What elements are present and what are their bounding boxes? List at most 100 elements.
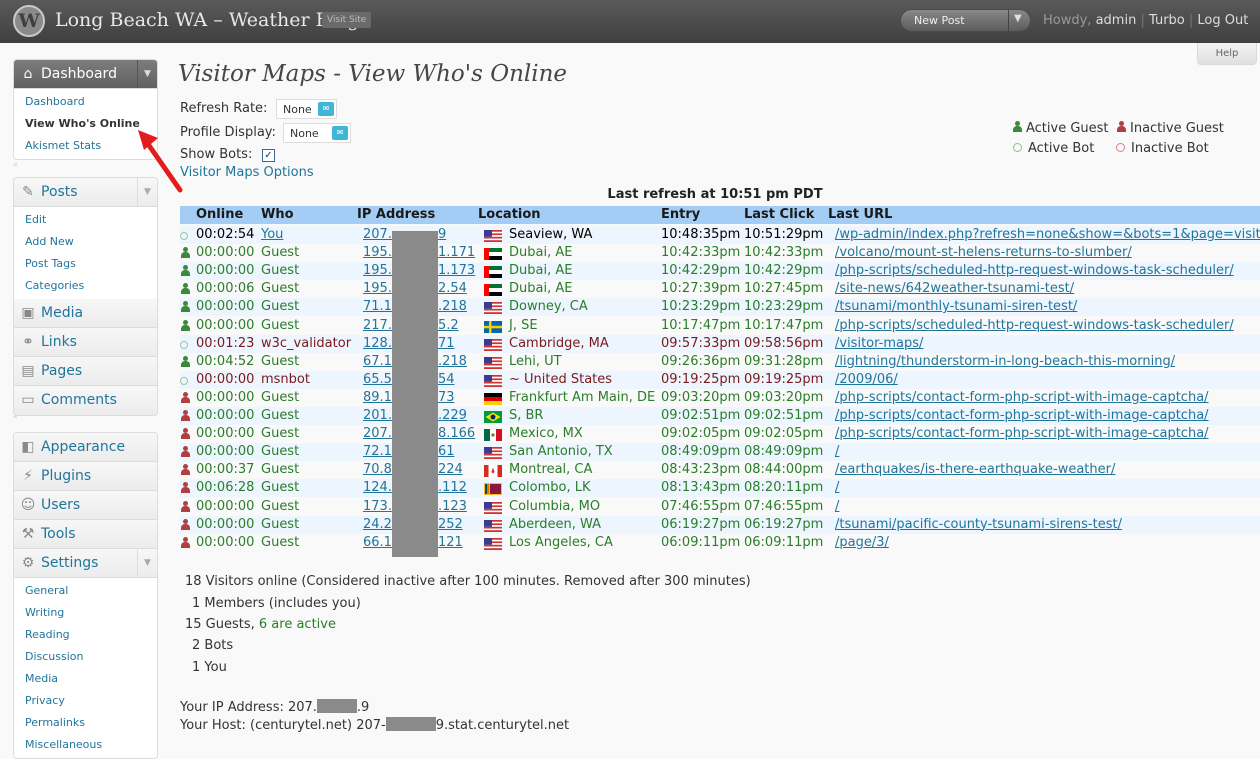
chevron-down-icon[interactable]: ▼ (137, 60, 157, 88)
location-cell: Downey, CA (509, 299, 588, 315)
last-click-time: 10:42:29pm (744, 263, 824, 279)
status-icon-cell (180, 536, 190, 553)
sidebar-item-comments[interactable]: ▭ Comments (14, 386, 157, 415)
settings-icon: ⚙ (21, 555, 35, 571)
wordpress-logo-icon[interactable]: W (13, 5, 45, 37)
last-click-time: 10:51:29pm (744, 227, 824, 242)
sidebar-item-tools[interactable]: ⚒ Tools (14, 520, 157, 549)
profile-display-select[interactable]: None ✉ (283, 123, 351, 143)
chevron-down-icon[interactable]: ▼ (1014, 13, 1022, 24)
online-time: 00:00:00 (196, 299, 255, 315)
last-url-link[interactable]: /volcano/mount-st-helens-returns-to-slum… (835, 245, 1132, 260)
location-cell: Frankfurt Am Main, DE (509, 389, 656, 405)
sidebar-item-plugins[interactable]: ⚡ Plugins (14, 462, 157, 491)
last-url-link[interactable]: /tsunami/pacific-county-tsunami-sirens-t… (835, 517, 1122, 532)
submenu-reading[interactable]: Reading (14, 624, 157, 646)
who-cell: Guest (261, 353, 300, 369)
dropdown-arrow-icon[interactable]: ✉ (332, 126, 348, 140)
location-cell: San Antonio, TX (509, 444, 613, 460)
help-button[interactable]: Help (1197, 43, 1257, 65)
ip-redaction-bar (316, 699, 357, 713)
table-row: 00:00:00 Guest 72.1 61 San Antonio, TX 08:49:… (180, 443, 1260, 462)
submenu-general[interactable]: General (14, 580, 157, 602)
chevron-down-icon[interactable]: ▼ (137, 549, 157, 577)
visit-site-button[interactable]: Visit Site (322, 12, 372, 28)
who-cell: Guest (261, 389, 300, 405)
status-icon-cell (180, 410, 190, 426)
last-url-link[interactable]: /php-scripts/scheduled-http-request-wind… (835, 318, 1234, 333)
sidebar-item-label: Appearance (41, 439, 126, 455)
dropdown-arrow-icon[interactable]: ✉ (318, 102, 334, 116)
last-url-link[interactable]: /visitor-maps/ (835, 336, 923, 351)
new-post-label[interactable]: New Post (914, 14, 965, 27)
user-name-link[interactable]: admin (1096, 13, 1137, 28)
submenu-miscellaneous[interactable]: Miscellaneous (14, 734, 157, 756)
status-icon-cell (180, 464, 190, 480)
table-row: 00:00:00 Guest 195. 1.173 Dubai, AE 10:42:29p… (180, 262, 1260, 281)
inactive-guest-icon (180, 500, 190, 513)
sidebar-item-label: Dashboard (41, 66, 117, 82)
last-url-link[interactable]: /2009/06/ (835, 372, 898, 387)
sidebar-item-links[interactable]: ⚭ Links (14, 328, 157, 357)
online-time: 00:00:00 (196, 408, 255, 423)
legend-label: Inactive Guest (1130, 121, 1224, 136)
location-cell: Los Angeles, CA (509, 534, 613, 550)
last-url-link[interactable]: /page/3/ (835, 535, 889, 550)
submenu-dashboard[interactable]: Dashboard (14, 91, 157, 113)
plugin-icon: ⚡ (23, 468, 33, 484)
sidebar-item-media[interactable]: ▣ Media (14, 299, 157, 328)
logout-link[interactable]: Log Out (1197, 13, 1248, 28)
sidebar-item-users[interactable]: ☺ Users (14, 491, 157, 520)
ae-flag-icon (484, 266, 502, 279)
site-title[interactable]: Long Beach WA – Weather Blog (55, 9, 359, 31)
submenu-edit[interactable]: Edit (14, 209, 157, 231)
sidebar-item-settings[interactable]: ⚙ Settings ▼ (14, 549, 157, 578)
submenu-post-tags[interactable]: Post Tags (14, 253, 157, 275)
location-cell: Cambridge, MA (509, 335, 609, 351)
last-url-link[interactable]: /php-scripts/contact-form-php-script-wit… (835, 408, 1209, 423)
online-time: 00:06:28 (196, 480, 255, 496)
lk-flag-icon (484, 483, 502, 496)
last-url-link[interactable]: /lightning/thunderstorm-in-long-beach-th… (835, 354, 1175, 369)
last-url-link[interactable]: /earthquakes/is-there-earthquake-weather… (835, 462, 1115, 477)
ip-label: Your IP Address: 207. (180, 700, 317, 715)
last-url-link[interactable]: / (835, 480, 839, 495)
submenu-privacy[interactable]: Privacy (14, 690, 157, 712)
last-url-link[interactable]: / (835, 444, 839, 459)
online-time: 00:00:00 (196, 317, 255, 333)
submenu-categories[interactable]: Categories (14, 275, 157, 297)
last-url-link[interactable]: / (835, 499, 839, 514)
guests-count: 15 Guests, 6 are active (185, 617, 336, 632)
online-time: 00:00:06 (196, 281, 255, 297)
submenu-permalinks[interactable]: Permalinks (14, 712, 157, 734)
last-url-link[interactable]: /tsunami/monthly-tsunami-siren-test/ (835, 299, 1077, 314)
sidebar-item-dashboard[interactable]: ⌂ Dashboard ▼ (14, 60, 157, 89)
last-url-link[interactable]: /php-scripts/contact-form-php-script-wit… (835, 390, 1209, 405)
sidebar-item-pages[interactable]: ▤ Pages (14, 357, 157, 386)
posts-submenu: Edit Add New Post Tags Categories (14, 207, 157, 299)
last-url-link[interactable]: /site-news/642weather-tsunami-test/ (835, 281, 1074, 296)
last-url-link[interactable]: /php-scripts/contact-form-php-script-wit… (835, 426, 1209, 441)
inactive-bot-icon (1116, 143, 1125, 152)
turbo-link[interactable]: Turbo (1149, 13, 1185, 28)
submenu-add-new[interactable]: Add New (14, 231, 157, 253)
settings-submenu: General Writing Reading Discussion Media… (14, 578, 157, 758)
show-bots-checkbox[interactable]: ✓ (262, 149, 275, 162)
refresh-rate-select[interactable]: None ✉ (276, 99, 337, 119)
who-cell[interactable]: You (261, 227, 283, 242)
visitor-maps-options-link[interactable]: Visitor Maps Options (180, 165, 314, 180)
collapse-icon[interactable]: « (13, 160, 18, 169)
submenu-writing[interactable]: Writing (14, 602, 157, 624)
table-row: 00:00:00 Guest 195. 1.171 Dubai, AE 10:42:33p… (180, 244, 1260, 262)
column-header-online: Online (196, 207, 244, 222)
last-url-link[interactable]: /php-scripts/scheduled-http-request-wind… (835, 263, 1234, 278)
new-post-button[interactable]: New Post ▼ (900, 9, 1031, 32)
online-time: 00:00:00 (196, 534, 255, 550)
submenu-media[interactable]: Media (14, 668, 157, 690)
inactive-guest-icon (180, 464, 190, 476)
sidebar-item-appearance[interactable]: ◧ Appearance (14, 433, 157, 462)
submenu-discussion[interactable]: Discussion (14, 646, 157, 668)
last-url-link[interactable]: /wp-admin/index.php?refresh=none&show=&b… (835, 227, 1260, 242)
last-click-time: 08:20:11pm (744, 480, 824, 496)
home-icon: ⌂ (23, 66, 33, 82)
